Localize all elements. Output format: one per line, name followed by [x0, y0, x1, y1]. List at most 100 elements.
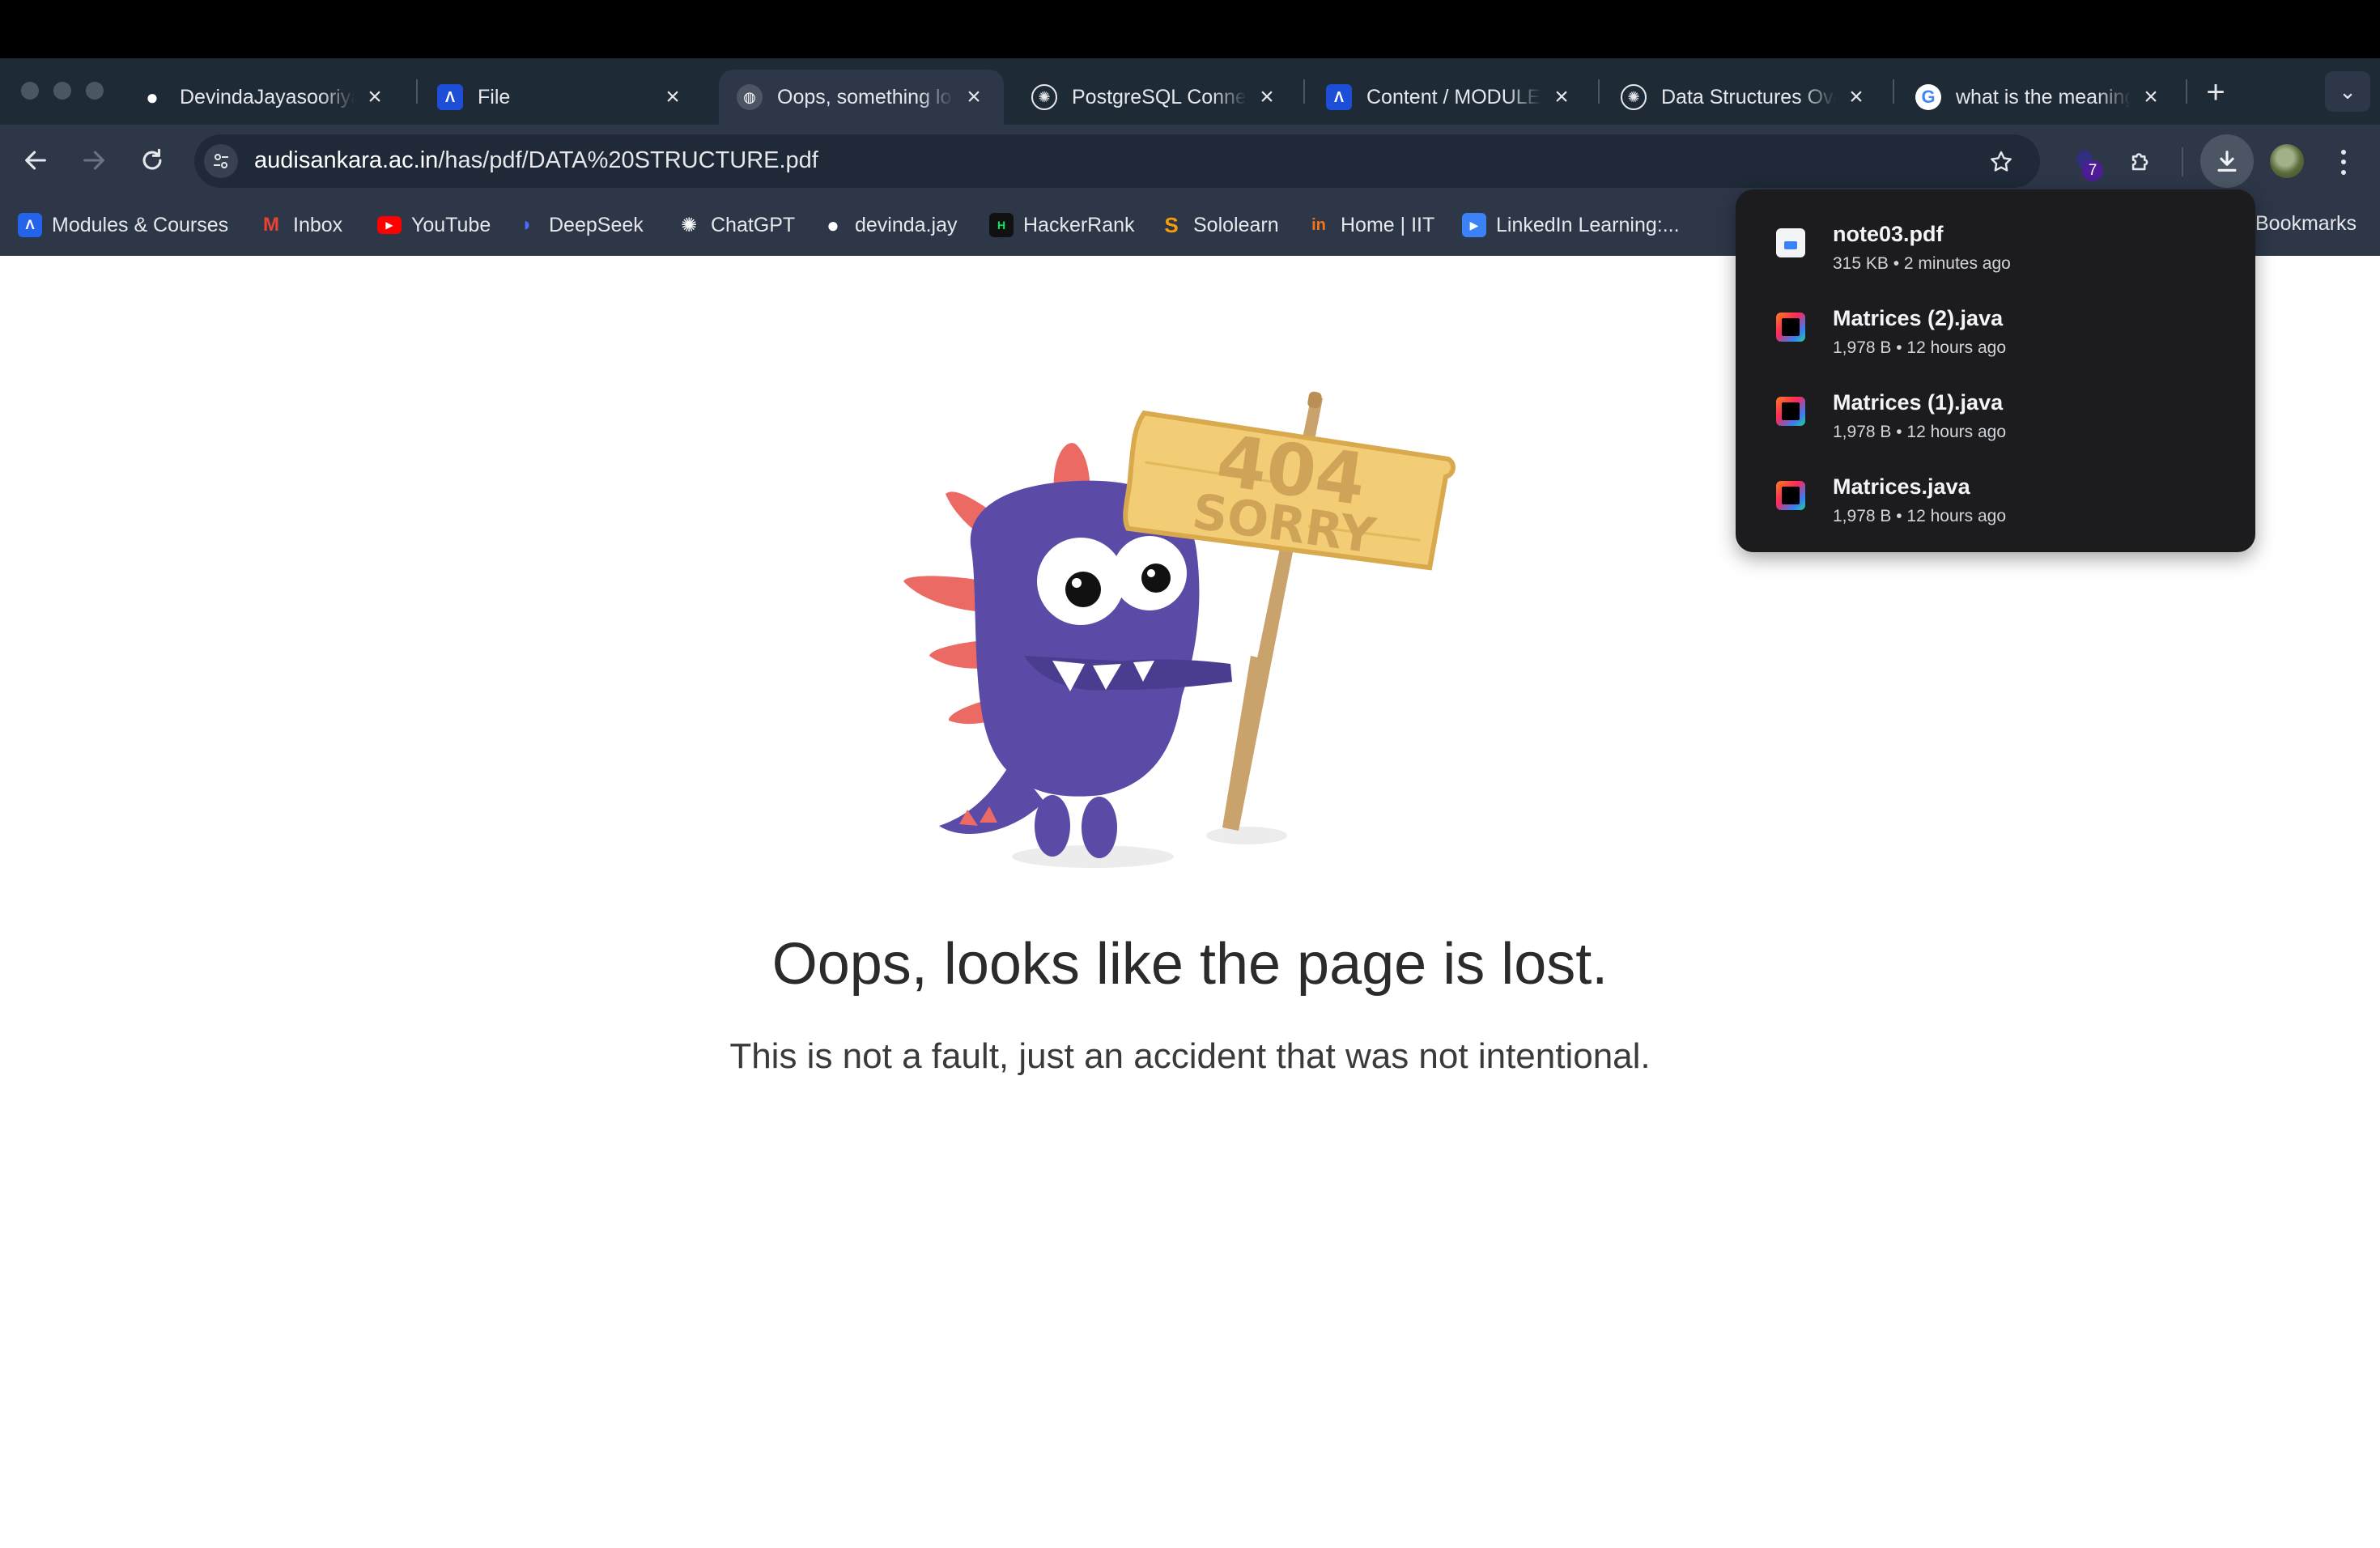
download-icon — [2217, 151, 2237, 172]
url-text[interactable]: audisankara.ac.in/has/pdf/DATA%20STRUCTU… — [254, 147, 818, 174]
bookmark-modules-courses[interactable]: Λ Modules & Courses — [18, 211, 228, 240]
arrow-right-icon — [83, 151, 104, 170]
bookmark-label: DeepSeek — [549, 213, 644, 236]
bookmark-label: ChatGPT — [711, 213, 796, 236]
bookmark-label: Modules & Courses — [52, 213, 229, 236]
close-window-button[interactable] — [21, 82, 39, 100]
zoom-window-button[interactable] — [86, 82, 104, 100]
tab-title: File — [478, 85, 511, 108]
bookmark-label: Inbox — [293, 213, 343, 236]
back-button[interactable] — [18, 142, 53, 178]
whale-icon: ◗ — [521, 214, 533, 236]
download-meta: 1,978 B • 12 hours ago — [1833, 338, 2007, 357]
tab-devindajayasooriya[interactable]: ● DevindaJayasooriya × — [121, 70, 405, 125]
close-icon[interactable]: × — [661, 85, 685, 109]
hackerrank-icon: H — [989, 213, 1014, 237]
forward-button[interactable] — [76, 142, 112, 178]
downloads-bubble: note03.pdf 315 KB • 2 minutes ago Matric… — [1736, 189, 2255, 552]
download-item[interactable]: Matrices (2).java 1,978 B • 12 hours ago — [1736, 285, 2255, 369]
dot-icon — [2341, 159, 2346, 164]
downloads-button[interactable] — [2200, 134, 2254, 188]
bookmark-label: devinda.jay — [855, 213, 958, 236]
site-info-button[interactable] — [204, 144, 238, 178]
bookmark-home-iit[interactable]: in Home | IIT — [1307, 211, 1434, 240]
youtube-icon: ▶ — [377, 216, 402, 234]
url-path: /has/pdf/DATA%20STRUCTURE.pdf — [438, 147, 818, 173]
arrow-left-icon — [25, 151, 46, 170]
bookmark-youtube[interactable]: ▶ YouTube — [377, 211, 491, 240]
gmail-icon: M — [263, 214, 279, 236]
page-subheading: This is not a fault, just an accident th… — [729, 1036, 1651, 1076]
download-filename: Matrices (2).java — [1833, 306, 2004, 330]
tab-title: what is the meaning — [1956, 85, 2131, 108]
profile-avatar[interactable] — [2270, 144, 2304, 178]
tab-title: Data Structures Overview — [1661, 85, 1836, 108]
more-menu-button[interactable] — [2331, 144, 2356, 180]
chatgpt-icon: ✺ — [680, 214, 698, 236]
monster-404-illustration: 404 SORRY — [903, 391, 1456, 868]
window-top-bar — [0, 0, 2380, 58]
tab-search-button[interactable]: ⌄ — [2325, 71, 2370, 112]
close-icon[interactable]: × — [2139, 85, 2163, 109]
download-item[interactable]: Matrices.java 1,978 B • 12 hours ago — [1736, 453, 2255, 538]
bookmark-linkedin-learning[interactable]: ▶ LinkedIn Learning:... — [1462, 211, 1680, 240]
linkedin-learning-icon: ▶ — [1462, 213, 1486, 237]
chatgpt-icon: ✺ — [1031, 84, 1057, 110]
tab-separator — [1303, 79, 1305, 104]
download-meta: 315 KB • 2 minutes ago — [1833, 254, 2011, 273]
bookmark-sololearn[interactable]: S Sololearn — [1159, 211, 1279, 240]
url-host: audisankara.ac.in — [254, 147, 439, 173]
minimize-window-button[interactable] — [53, 82, 71, 100]
bookmark-chatgpt[interactable]: ✺ ChatGPT — [677, 211, 795, 240]
download-filename: note03.pdf — [1833, 222, 1944, 246]
bookmark-label: Sololearn — [1193, 213, 1279, 236]
puzzle-icon — [2131, 153, 2148, 171]
star-icon — [1991, 151, 2012, 172]
bookmark-label: Home | IIT — [1341, 213, 1435, 236]
bookmark-deepseek[interactable]: ◗ DeepSeek — [515, 211, 644, 240]
intellij-icon — [1776, 481, 1805, 510]
bookmark-devinda-jay[interactable]: ● devinda.jay — [821, 211, 957, 240]
tab-separator — [1598, 79, 1600, 104]
tune-icon — [214, 154, 228, 168]
tab-file[interactable]: Λ File × — [419, 70, 703, 125]
close-icon[interactable]: × — [962, 85, 986, 109]
tab-separator — [416, 79, 418, 104]
tab-postgresql-connection[interactable]: ✺ PostgreSQL Connection × — [1014, 70, 1297, 125]
a-app-icon: Λ — [437, 84, 463, 110]
download-meta: 1,978 B • 12 hours ago — [1833, 507, 2007, 525]
close-icon[interactable]: × — [1255, 85, 1279, 109]
globe-icon: ◍ — [737, 84, 763, 110]
a-app-icon: Λ — [1326, 84, 1352, 110]
reload-icon — [142, 148, 162, 170]
bookmark-star-button[interactable] — [1983, 144, 2019, 180]
tab-content-modules[interactable]: Λ Content / MODULES × — [1308, 70, 1592, 125]
intellij-icon — [1776, 313, 1805, 342]
tab-what-is-the-meaning[interactable]: G what is the meaning × — [1898, 70, 2181, 125]
github-icon: ● — [139, 84, 165, 110]
reload-button[interactable] — [134, 142, 170, 178]
download-item[interactable]: Matrices (1).java 1,978 B • 12 hours ago — [1736, 369, 2255, 453]
chevron-down-icon: ⌄ — [2339, 79, 2357, 104]
chatgpt-icon: ✺ — [1621, 84, 1647, 110]
bookmark-hackerrank[interactable]: H HackerRank — [989, 211, 1135, 240]
extension-badge: 7 — [2082, 160, 2103, 181]
download-item[interactable]: note03.pdf 315 KB • 2 minutes ago — [1736, 201, 2255, 285]
tab-oops-something-lost[interactable]: ◍ Oops, something lost × — [719, 70, 1004, 125]
extensions-button[interactable] — [2123, 142, 2160, 180]
close-icon[interactable]: × — [1549, 85, 1574, 109]
download-meta: 1,978 B • 12 hours ago — [1833, 423, 2007, 441]
tab-title: PostgreSQL Connection — [1072, 85, 1247, 108]
new-tab-button[interactable]: + — [2198, 76, 2233, 112]
bookmark-inbox[interactable]: M Inbox — [259, 211, 342, 240]
tab-data-structures-overview[interactable]: ✺ Data Structures Overview × — [1603, 70, 1886, 125]
close-icon[interactable]: × — [1844, 85, 1868, 109]
tab-separator — [2186, 79, 2187, 104]
all-bookmarks-button[interactable]: Bookmarks — [2255, 212, 2357, 236]
page-heading: Oops, looks like the page is lost. — [771, 932, 1609, 997]
tab-separator — [1893, 79, 1894, 104]
download-filename: Matrices.java — [1833, 474, 1970, 499]
close-icon[interactable]: × — [363, 85, 387, 109]
dot-icon — [2341, 169, 2346, 175]
bookmark-label: YouTube — [411, 213, 491, 236]
